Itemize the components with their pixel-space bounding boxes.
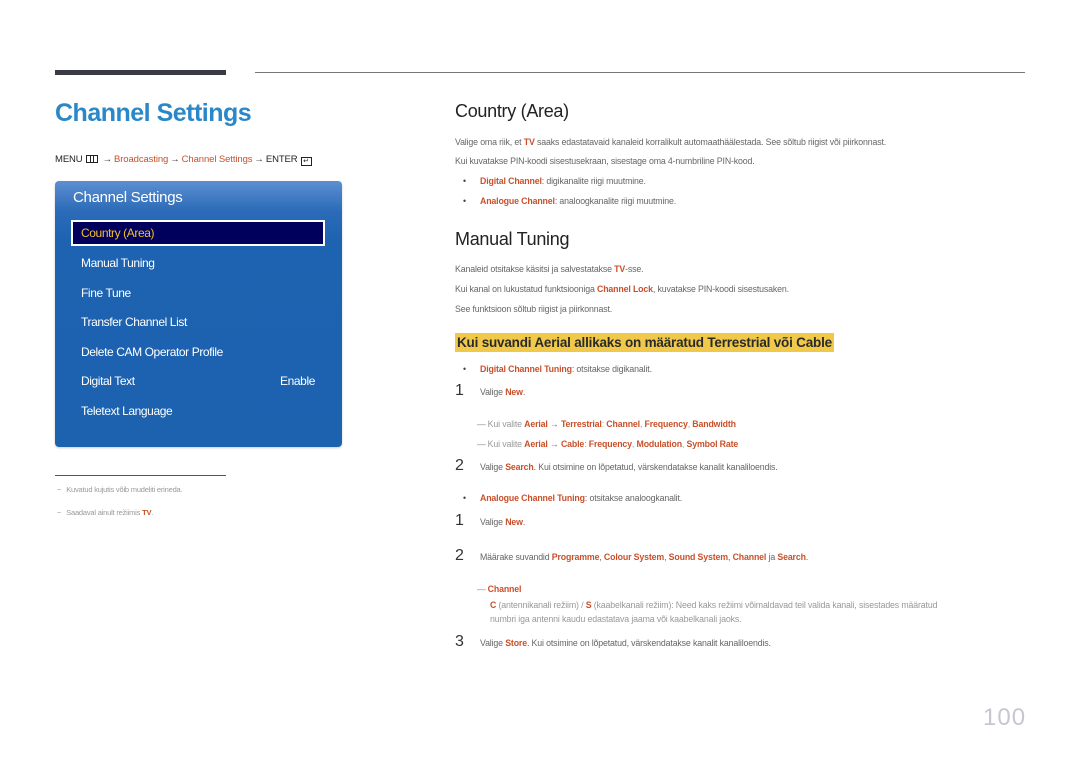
osd-item-label: Digital Text <box>81 374 135 388</box>
paragraph: Kanaleid otsitakse käsitsi ja salvestata… <box>455 264 644 274</box>
menu-path-broadcasting: Broadcasting <box>113 154 169 165</box>
note-channel: — Channel <box>477 584 522 594</box>
note-channel-text: numbri iga antenni kaudu edastatava jaam… <box>490 614 742 624</box>
step-text: Valige New. <box>480 387 526 397</box>
osd-item-digital-text[interactable]: Digital Text Enable <box>71 368 325 394</box>
page-number: 100 <box>983 704 1027 731</box>
bullet-item: • Analogue Channel Tuning: otsitakse anal… <box>463 493 683 503</box>
step-number: 2 <box>455 547 464 564</box>
note-channel-text: C (antennikanali režiim) / S (kaabelkana… <box>490 600 938 610</box>
footnote: − Kuvatud kujutis võib mudeliti erineda. <box>57 485 183 494</box>
paragraph: Kui kanal on lukustatud funktsiooniga Ch… <box>455 284 789 294</box>
bullet-item: • Analogue Channel: analoogkanalite riigi… <box>463 196 677 206</box>
osd-item-value: Enable <box>280 374 315 388</box>
menu-label: MENU <box>55 154 83 165</box>
step-text: Määrake suvandid Programme, Colour Syste… <box>480 552 809 562</box>
section-heading-country-area: Country (Area) <box>455 101 569 121</box>
osd-item-label: Transfer Channel List <box>81 315 187 329</box>
step-number: 2 <box>455 457 464 474</box>
step-number: 1 <box>455 512 464 529</box>
arrow: → <box>170 154 180 165</box>
note: — Kui valite Aerial → Cable: Frequency, M… <box>477 439 739 449</box>
step-text: Valige New. <box>480 517 526 527</box>
step-number: 3 <box>455 633 464 650</box>
arrow: → <box>102 154 113 165</box>
osd-item-label: Fine Tune <box>81 286 131 300</box>
bullet-item: • Digital Channel Tuning: otsitakse digik… <box>463 364 652 374</box>
osd-item-label: Country (Area) <box>81 226 155 240</box>
osd-item-transfer-channel-list[interactable]: Transfer Channel List <box>71 309 325 335</box>
menu-path-channel-settings: Channel Settings <box>181 154 253 165</box>
footnote-highlight: TV <box>142 508 152 517</box>
step-number: 1 <box>455 382 464 399</box>
osd-item-country-area[interactable]: Country (Area) <box>71 220 325 246</box>
menu-grid-icon <box>85 155 98 163</box>
arrow: → <box>254 154 264 165</box>
bullet-item: • Digital Channel: digikanalite riigi muu… <box>463 176 646 186</box>
paragraph: Kui kuvatakse PIN-koodi sisestusekraan, … <box>455 156 755 166</box>
footnote-text: Kuvatud kujutis võib mudeliti erineda. <box>66 485 183 494</box>
osd-item-delete-cam-operator-profile[interactable]: Delete CAM Operator Profile <box>71 339 325 365</box>
footnote: − Saadaval ainult režiimis TV. <box>57 508 153 517</box>
paragraph: Valige oma riik, et TV saaks edastatavai… <box>455 137 887 147</box>
section-heading-manual-tuning: Manual Tuning <box>455 229 570 249</box>
osd-item-label: Teletext Language <box>81 404 173 418</box>
header-rule-thick <box>55 70 226 75</box>
subheading-aerial-source: Kui suvandi Aerial allikaks on määratud … <box>455 333 834 352</box>
menu-path: MENU → Broadcasting → Channel Settings → ENTER… <box>55 154 312 166</box>
step-text: Valige Search. Kui otsimine on lõpetatud… <box>480 462 778 472</box>
paragraph: See funktsioon sõltub riigist ja piirkon… <box>455 304 613 314</box>
enter-label: ENTER <box>265 154 298 165</box>
osd-item-manual-tuning[interactable]: Manual Tuning <box>71 250 325 276</box>
header-rule-thin <box>255 72 1025 73</box>
osd-item-teletext-language[interactable]: Teletext Language <box>71 398 325 424</box>
osd-channel-settings-menu: Channel Settings Country (Area) Manual T… <box>55 181 342 447</box>
step-text: Valige Store. Kui otsimine on lõpetatud,… <box>480 638 771 648</box>
page-title: Channel Settings <box>55 99 252 127</box>
footnote-dash: − <box>57 485 62 494</box>
osd-item-label: Delete CAM Operator Profile <box>81 345 223 359</box>
footnote-rule <box>55 475 226 476</box>
footnote-dash: − <box>57 508 62 517</box>
osd-title: Channel Settings <box>73 189 183 206</box>
footnote-suffix: . <box>151 508 154 517</box>
note: — Kui valite Aerial → Terrestrial: Channe… <box>477 419 736 429</box>
osd-item-fine-tune[interactable]: Fine Tune <box>71 280 325 306</box>
osd-item-label: Manual Tuning <box>81 256 155 270</box>
footnote-text: Saadaval ainult režiimis <box>66 508 143 517</box>
enter-icon: ↵ <box>300 157 312 166</box>
